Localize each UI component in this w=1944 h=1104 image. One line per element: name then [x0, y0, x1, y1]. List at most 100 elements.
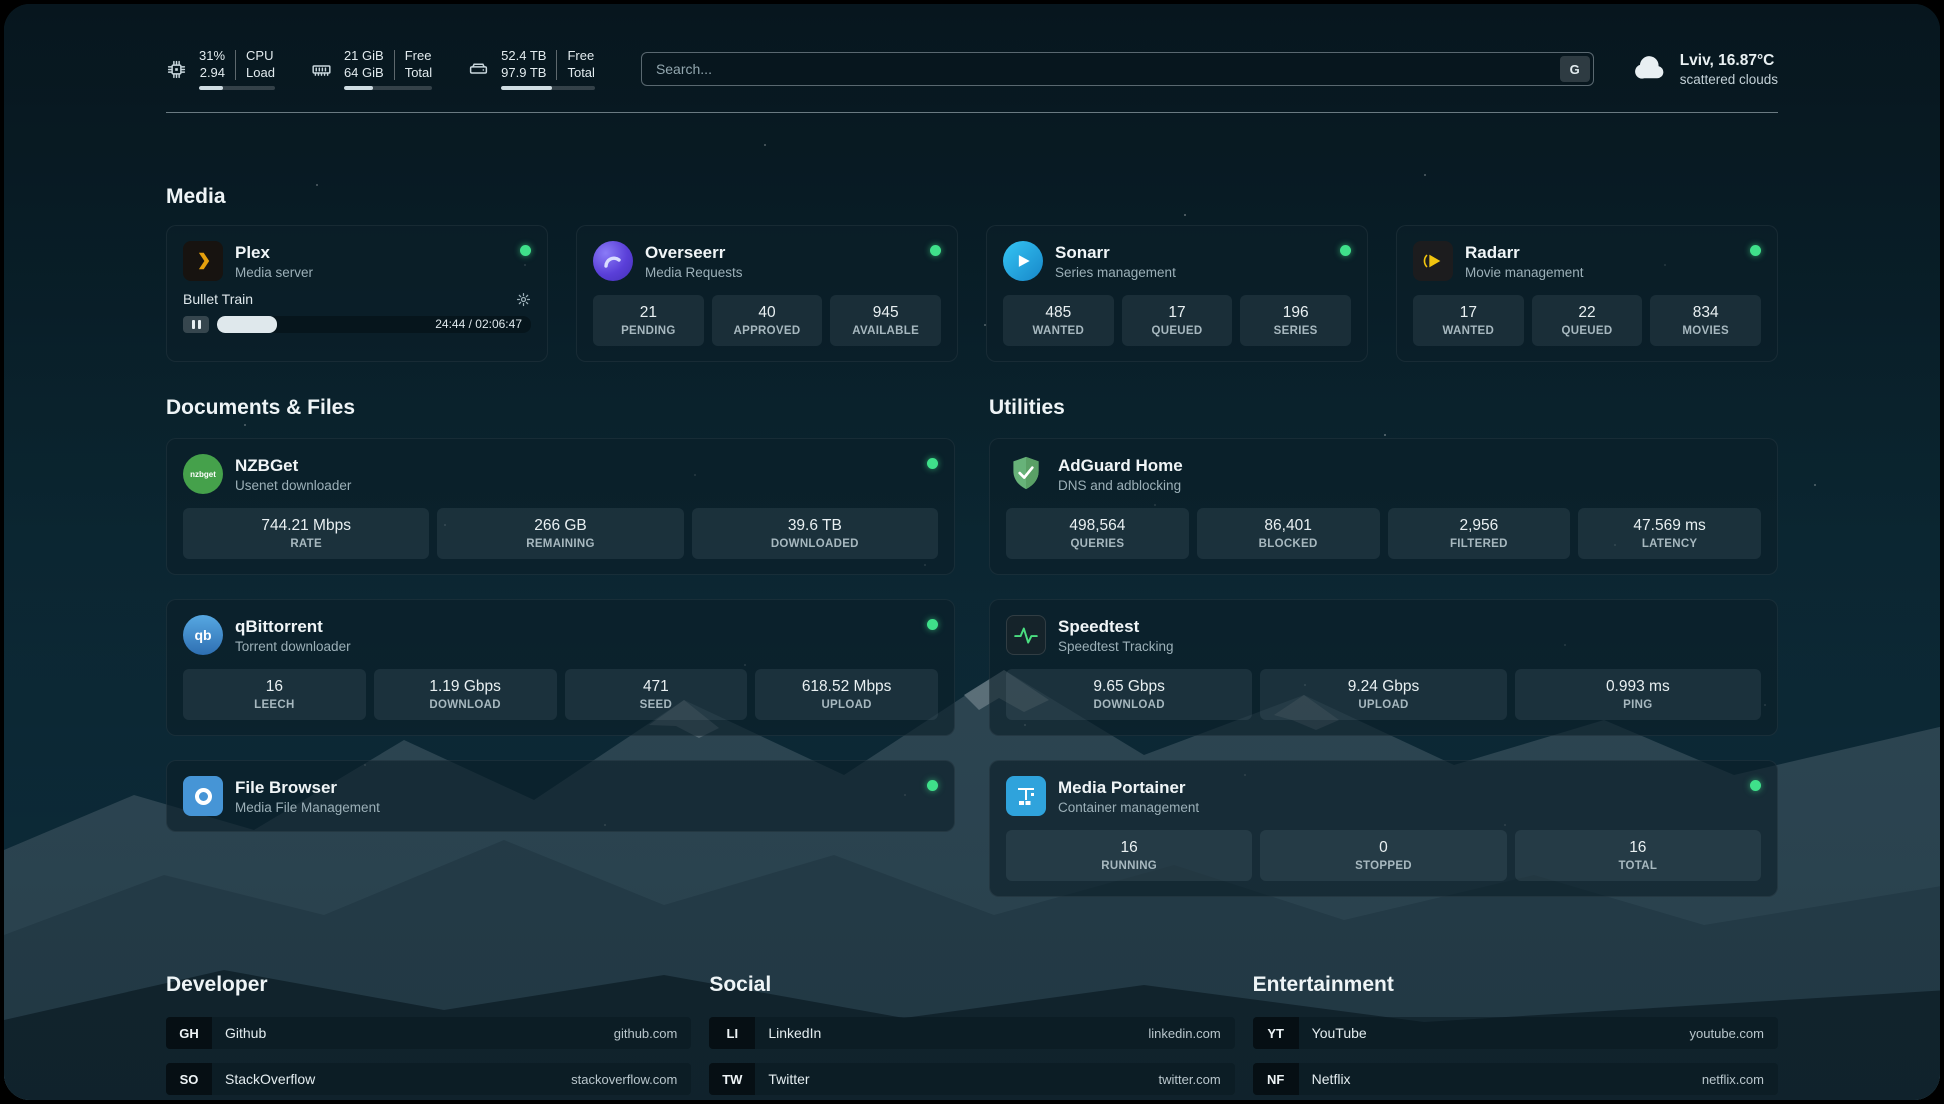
stat-remaining: 266 GB REMAINING	[437, 508, 683, 559]
snow-specks	[4, 4, 6, 6]
media-cards: Plex Media server Bullet Train	[166, 225, 1778, 362]
cpu-load-label: Load	[246, 65, 275, 81]
cloud-icon	[1632, 52, 1668, 87]
stat-value: 39.6 TB	[696, 517, 934, 535]
weather-condition: scattered clouds	[1680, 72, 1778, 87]
overseerr-icon	[593, 241, 633, 281]
ram-total-value: 64 GiB	[344, 65, 384, 81]
bookmark-url: youtube.com	[1690, 1026, 1764, 1041]
stat-label: FILTERED	[1392, 538, 1567, 550]
stat-label: WANTED	[1007, 325, 1110, 337]
bookmark-github[interactable]: GH Github github.com	[166, 1017, 691, 1049]
stat-pending: 21 PENDING	[593, 295, 704, 346]
section-utilities: Utilities AdGuard Home DNS and	[989, 396, 1778, 921]
service-name: Radarr	[1465, 243, 1738, 263]
service-card-speedtest[interactable]: Speedtest Speedtest Tracking 9.65 Gbps D…	[989, 599, 1778, 736]
ram-total-label: Total	[405, 65, 432, 81]
stat-wanted: 17 WANTED	[1413, 295, 1524, 346]
top-bar: 31% 2.94 CPU Load	[166, 48, 1778, 90]
weather-widget[interactable]: Lviv, 16.87°C scattered clouds	[1632, 52, 1778, 87]
section-title-entertainment: Entertainment	[1253, 973, 1778, 997]
service-card-portainer[interactable]: Media Portainer Container management 16 …	[989, 760, 1778, 897]
stat-label: AVAILABLE	[834, 325, 937, 337]
service-name: qBittorrent	[235, 617, 915, 637]
service-card-adguard[interactable]: AdGuard Home DNS and adblocking 498,564 …	[989, 438, 1778, 575]
service-card-nzbget[interactable]: nzbget NZBGet Usenet downloader 744.21 M…	[166, 438, 955, 575]
status-dot	[1340, 245, 1351, 256]
qbittorrent-icon: qb	[183, 615, 223, 655]
bookmark-url: linkedin.com	[1148, 1026, 1220, 1041]
stat-value: 834	[1654, 304, 1757, 322]
stat-label: PENDING	[597, 325, 700, 337]
stat-queued: 17 QUEUED	[1122, 295, 1233, 346]
stat-value: 40	[716, 304, 819, 322]
stat-value: 0.993 ms	[1519, 678, 1757, 696]
playback-time: 24:44 / 02:06:47	[435, 316, 522, 333]
bookmark-stackoverflow[interactable]: SO StackOverflow stackoverflow.com	[166, 1063, 691, 1095]
ram-free-value: 21 GiB	[344, 48, 384, 64]
pause-button[interactable]	[183, 316, 209, 333]
stat-value: 21	[597, 304, 700, 322]
stat-rate: 744.21 Mbps RATE	[183, 508, 429, 559]
bookmark-name: YouTube	[1312, 1025, 1690, 1041]
stat-value: 471	[569, 678, 744, 696]
stat-download: 1.19 Gbps DOWNLOAD	[374, 669, 557, 720]
cpu-load-value: 2.94	[200, 65, 225, 81]
service-name: Sonarr	[1055, 243, 1328, 263]
service-card-radarr[interactable]: Radarr Movie management 17 WANTED 22 QUE…	[1396, 225, 1778, 362]
bookmark-abbr: NF	[1253, 1063, 1299, 1095]
stat-value: 1.19 Gbps	[378, 678, 553, 696]
stat-value: 16	[1519, 839, 1757, 857]
bookmark-name: Netflix	[1312, 1071, 1702, 1087]
section-title-social: Social	[709, 973, 1234, 997]
stat-label: DOWNLOADED	[696, 538, 934, 550]
disk-progress-fill	[501, 86, 552, 90]
stat-label: STOPPED	[1264, 860, 1502, 872]
cpu-progress-track	[199, 86, 275, 90]
dashboard-content: 31% 2.94 CPU Load	[166, 4, 1778, 1100]
playback-progress-track[interactable]: 24:44 / 02:06:47	[217, 316, 531, 333]
bookmark-youtube[interactable]: YT YouTube youtube.com	[1253, 1017, 1778, 1049]
gear-icon[interactable]	[516, 292, 531, 307]
bookmark-url: twitter.com	[1159, 1072, 1221, 1087]
stat-value: 16	[1010, 839, 1248, 857]
status-dot	[930, 245, 941, 256]
stat-value: 945	[834, 304, 937, 322]
ram-icon	[311, 59, 332, 80]
service-card-overseerr[interactable]: Overseerr Media Requests 21 PENDING 40 A…	[576, 225, 958, 362]
cpu-readout: 31% 2.94 CPU Load	[199, 48, 275, 90]
bookmark-twitter[interactable]: TW Twitter twitter.com	[709, 1063, 1234, 1095]
search-input[interactable]	[641, 52, 1594, 86]
stat-ping: 0.993 ms PING	[1515, 669, 1761, 720]
bookmark-linkedin[interactable]: LI LinkedIn linkedin.com	[709, 1017, 1234, 1049]
topbar-divider	[166, 112, 1778, 113]
cpu-progress-fill	[199, 86, 223, 90]
system-metrics: 31% 2.94 CPU Load	[166, 48, 595, 90]
service-name: Plex	[235, 243, 508, 263]
service-card-filebrowser[interactable]: File Browser Media File Management	[166, 760, 955, 832]
stat-value: 22	[1536, 304, 1639, 322]
search-provider-button[interactable]: G	[1560, 56, 1590, 82]
stat-value: 618.52 Mbps	[759, 678, 934, 696]
stat-value: 744.21 Mbps	[187, 517, 425, 535]
stat-queued: 22 QUEUED	[1532, 295, 1643, 346]
bookmark-netflix[interactable]: NF Netflix netflix.com	[1253, 1063, 1778, 1095]
stat-label: SEED	[569, 699, 744, 711]
metric-divider	[394, 50, 395, 80]
stat-label: QUEUED	[1536, 325, 1639, 337]
bookmark-abbr: YT	[1253, 1017, 1299, 1049]
stat-value: 196	[1244, 304, 1347, 322]
service-card-plex[interactable]: Plex Media server Bullet Train	[166, 225, 548, 362]
service-subtitle: DNS and adblocking	[1058, 478, 1761, 493]
service-card-sonarr[interactable]: Sonarr Series management 485 WANTED 17 Q…	[986, 225, 1368, 362]
service-name: Overseerr	[645, 243, 918, 263]
filebrowser-icon	[183, 776, 223, 816]
stat-label: QUEUED	[1126, 325, 1229, 337]
speedtest-icon	[1006, 615, 1046, 655]
service-card-qbittorrent[interactable]: qb qBittorrent Torrent downloader 16 LEE…	[166, 599, 955, 736]
weather-text: Lviv, 16.87°C scattered clouds	[1680, 52, 1778, 87]
bookmark-url: netflix.com	[1702, 1072, 1764, 1087]
disk-total-value: 97.9 TB	[501, 65, 546, 81]
cpu-usage-label: CPU	[246, 48, 273, 64]
cpu-metric: 31% 2.94 CPU Load	[166, 48, 275, 90]
